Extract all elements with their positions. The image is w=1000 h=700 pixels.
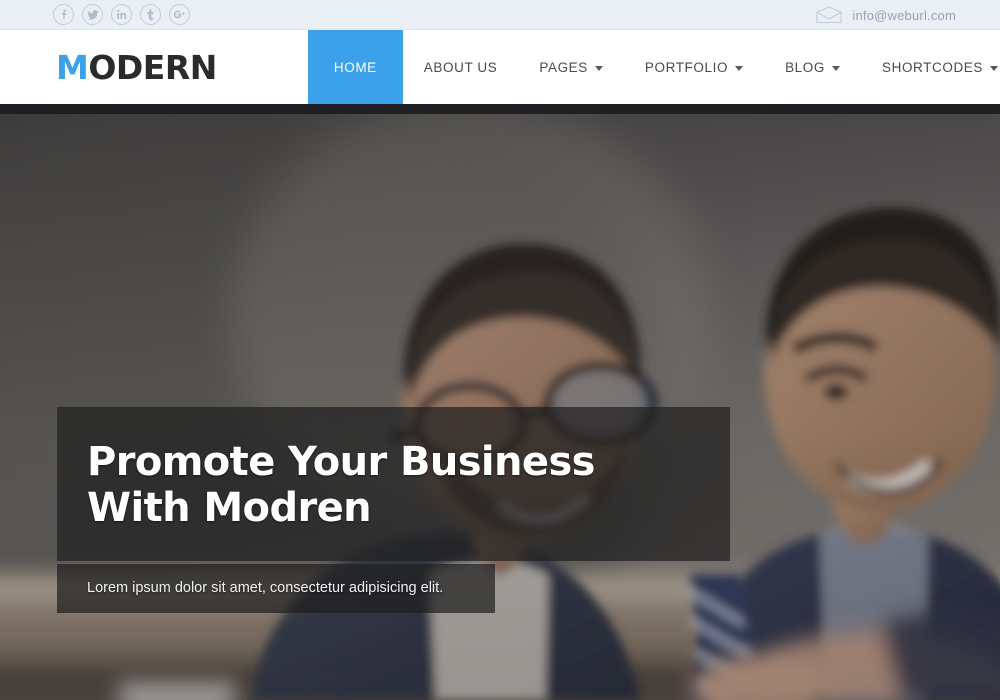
hero-banner: Promote Your Business With Modren Lorem … <box>0 104 1000 700</box>
nav-item-portfolio[interactable]: PORTFOLIO <box>624 30 764 104</box>
site-header: M ODERN HOME ABOUT US PAGES PORTFOLIO BLO… <box>0 30 1000 104</box>
social-links <box>53 4 190 25</box>
linkedin-glyph <box>117 9 127 19</box>
nav-item-pages[interactable]: PAGES <box>518 30 624 104</box>
google-plus-glyph <box>173 10 185 19</box>
envelope-glyph <box>816 6 842 24</box>
chevron-down-icon <box>990 65 998 71</box>
twitter-glyph <box>86 10 99 20</box>
email-contact[interactable]: info@weburl.com <box>816 0 956 30</box>
hero-subtitle-box: Lorem ipsum dolor sit amet, consectetur … <box>57 564 495 613</box>
nav-item-shortcodes[interactable]: SHORTCODES <box>861 30 1000 104</box>
main-navigation: HOME ABOUT US PAGES PORTFOLIO BLOG SHORT… <box>307 30 1000 104</box>
chevron-down-icon <box>831 65 840 71</box>
top-bar: info@weburl.com <box>0 0 1000 30</box>
linkedin-icon[interactable] <box>111 4 132 25</box>
nav-item-about-us[interactable]: ABOUT US <box>403 30 519 104</box>
nav-item-blog[interactable]: BLOG <box>764 30 861 104</box>
nav-label: PORTFOLIO <box>644 59 729 75</box>
nav-label: PAGES <box>539 59 588 75</box>
nav-label: ABOUT US <box>423 59 498 75</box>
nav-label: SHORTCODES <box>881 59 983 75</box>
google-plus-icon[interactable] <box>169 4 190 25</box>
hero-title: Promote Your Business With Modren <box>87 439 595 531</box>
tumblr-glyph <box>147 8 154 21</box>
site-logo[interactable]: M ODERN <box>56 30 217 104</box>
chevron-down-icon <box>735 65 744 71</box>
hero-content: Promote Your Business With Modren Lorem … <box>57 407 730 613</box>
twitter-icon[interactable] <box>82 4 103 25</box>
nav-label: BLOG <box>785 59 825 75</box>
hero-title-box: Promote Your Business With Modren <box>57 407 730 561</box>
nav-item-home[interactable]: HOME <box>307 30 403 104</box>
facebook-glyph <box>62 9 67 20</box>
email-address: info@weburl.com <box>852 7 956 23</box>
nav-label: HOME <box>333 59 377 75</box>
hero-subtitle: Lorem ipsum dolor sit amet, consectetur … <box>87 580 444 596</box>
logo-initial: M <box>56 47 89 87</box>
logo-rest: ODERN <box>88 47 217 87</box>
envelope-icon <box>816 6 842 24</box>
tumblr-icon[interactable] <box>140 4 161 25</box>
facebook-icon[interactable] <box>53 4 74 25</box>
chevron-down-icon <box>594 65 603 71</box>
